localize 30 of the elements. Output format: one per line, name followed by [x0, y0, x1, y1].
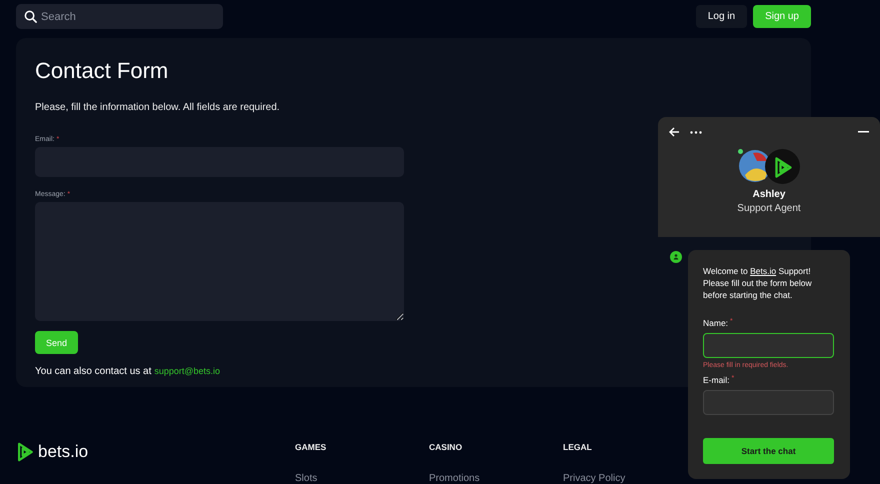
field-label: E-mail:	[703, 375, 730, 385]
footer-heading: LEGAL	[563, 442, 593, 452]
person-icon	[670, 251, 682, 263]
logo-icon	[16, 442, 34, 462]
more-icon[interactable]	[690, 130, 702, 134]
email-field[interactable]	[703, 390, 834, 415]
field-label: Name:	[703, 318, 728, 328]
back-arrow-icon[interactable]	[669, 127, 680, 137]
footer-heading: GAMES	[295, 442, 328, 452]
footer-link[interactable]: Slots	[295, 473, 318, 484]
contact-text: You can also contact us at	[35, 366, 152, 377]
log-in-button[interactable]: Log in	[696, 5, 748, 28]
minimize-icon[interactable]	[858, 131, 869, 133]
logo-icon	[764, 149, 800, 184]
brand-name: bets.io	[38, 442, 88, 462]
footer-link[interactable]: Privacy Policy	[563, 473, 626, 484]
message-field[interactable]	[35, 202, 404, 321]
search-icon	[24, 10, 37, 23]
page-title: Contact Form	[35, 58, 170, 84]
email-link[interactable]: support@bets.io	[154, 366, 220, 376]
agent-name: Ashley	[752, 189, 786, 200]
footer-heading: CASINO	[429, 442, 464, 452]
site-link[interactable]: Bets.io	[750, 266, 776, 276]
start-chat-button[interactable]: Start the chat	[703, 438, 834, 464]
agent-role: Support Agent	[737, 203, 801, 214]
name-field[interactable]	[703, 333, 834, 358]
welcome-text: Welcome to Bets.io Support! Please fill out the form below before starting the chat.	[703, 265, 813, 301]
intro-text: Please, fill the information below. All fields are required.	[35, 102, 281, 113]
footer-link[interactable]: Promotions	[429, 473, 480, 484]
search-field[interactable]: Search	[16, 4, 223, 29]
